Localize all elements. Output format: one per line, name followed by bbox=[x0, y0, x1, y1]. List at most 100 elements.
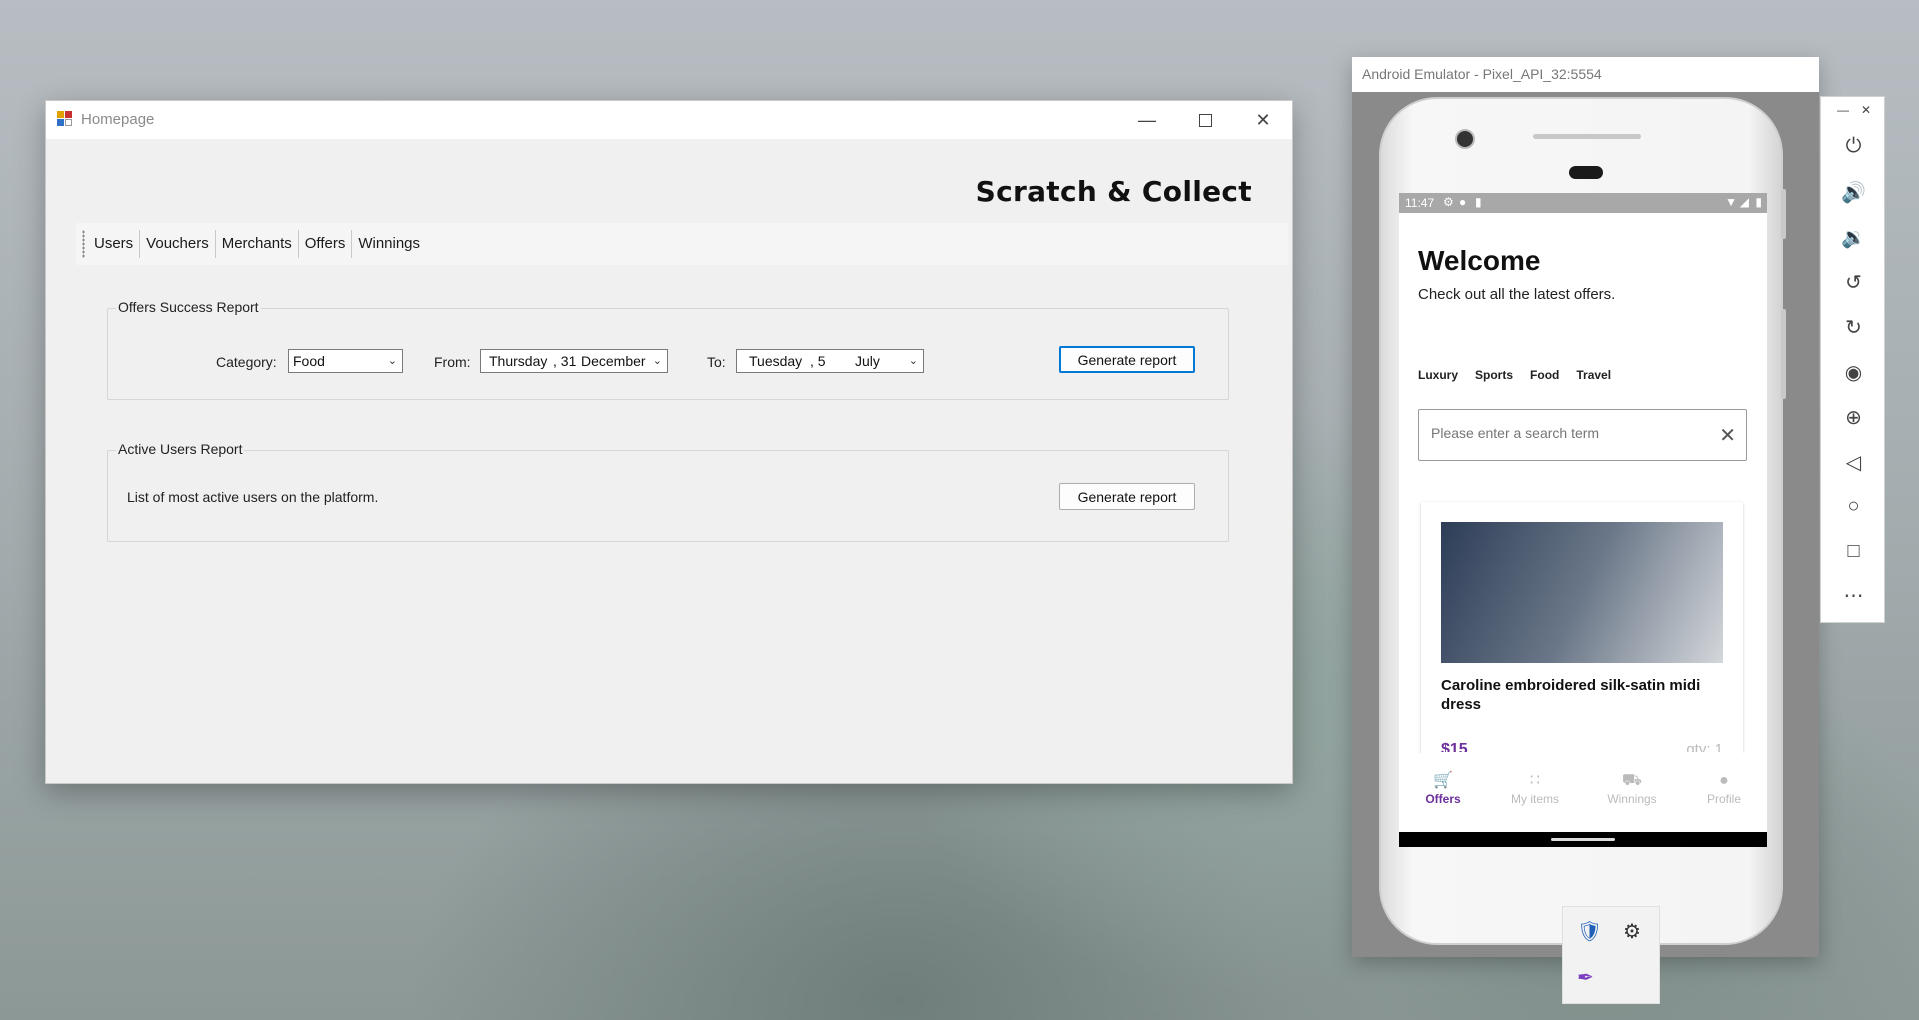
chevron-down-icon: ⌄ bbox=[652, 355, 662, 367]
window-title: Homepage bbox=[81, 111, 155, 128]
from-month[interactable]: December bbox=[581, 350, 646, 372]
android-emulator-window: Android Emulator - Pixel_API_32:5554 11:… bbox=[1352, 57, 1819, 957]
homepage-window: Homepage — ✕ Scratch & Collect Users Vou… bbox=[45, 100, 1293, 784]
menu-item-offers[interactable]: Offers bbox=[299, 230, 353, 258]
menu-item-vouchers[interactable]: Vouchers bbox=[140, 230, 216, 258]
users-report-group: Active Users Report List of most active … bbox=[107, 441, 1229, 542]
generate-offers-report-button[interactable]: Generate report bbox=[1059, 346, 1195, 373]
gesture-bar bbox=[1399, 832, 1767, 847]
users-report-legend: Active Users Report bbox=[116, 441, 245, 457]
menu-item-users[interactable]: Users bbox=[88, 230, 141, 258]
close-button[interactable]: ✕ bbox=[1234, 101, 1292, 139]
search-input[interactable] bbox=[1429, 424, 1713, 442]
from-label: From: bbox=[434, 354, 471, 370]
tray-overflow-popup: 🛡 ⚙ ✒ bbox=[1562, 906, 1660, 1004]
to-label: To: bbox=[707, 354, 726, 370]
volume-side-button bbox=[1781, 309, 1786, 399]
status-bar: 11:47 ⚙ ● ▮ ▼ ◢ ▮ bbox=[1399, 193, 1767, 213]
nav-offers[interactable]: 🛒 Offers bbox=[1403, 770, 1483, 806]
minimize-button[interactable]: — bbox=[1118, 101, 1176, 139]
generate-users-report-button[interactable]: Generate report bbox=[1059, 483, 1195, 510]
menu-item-winnings[interactable]: Winnings bbox=[352, 230, 426, 258]
earpiece-speaker bbox=[1533, 134, 1641, 139]
welcome-subtitle: Check out all the latest offers. bbox=[1418, 286, 1616, 303]
category-sports[interactable]: Sports bbox=[1475, 368, 1513, 382]
emulator-title: Android Emulator - Pixel_API_32:5554 bbox=[1362, 66, 1602, 82]
to-day[interactable]: , 5 bbox=[810, 350, 826, 372]
nav-profile-label: Profile bbox=[1706, 792, 1741, 806]
offers-report-legend: Offers Success Report bbox=[116, 299, 261, 315]
category-tabs: Luxury Sports Food Travel bbox=[1418, 368, 1611, 382]
to-date-picker[interactable]: Tuesday , 5 July ⌄ bbox=[736, 349, 924, 373]
home-icon[interactable]: ○ bbox=[1821, 495, 1886, 518]
power-side-button bbox=[1781, 189, 1786, 239]
signal-icon: ◢ bbox=[1739, 195, 1749, 209]
shield-icon: ● bbox=[1459, 195, 1467, 209]
to-weekday[interactable]: Tuesday bbox=[749, 350, 802, 372]
nav-profile[interactable]: ● Profile bbox=[1684, 770, 1764, 806]
menu-item-merchants[interactable]: Merchants bbox=[216, 230, 299, 258]
truck-icon: ⛟ bbox=[1621, 772, 1643, 789]
app-icon bbox=[57, 111, 73, 127]
grid-icon: ∷ bbox=[1529, 772, 1541, 789]
menu-grip[interactable] bbox=[82, 230, 85, 258]
rotate-right-icon[interactable]: ↻ bbox=[1821, 315, 1886, 340]
from-day[interactable]: , 31 bbox=[553, 350, 576, 372]
camera-icon[interactable]: ◉ bbox=[1821, 360, 1886, 385]
bottom-navigation: 🛒 Offers ∷ My items ⛟ Winnings ● Profile bbox=[1399, 752, 1767, 832]
phone-screen: 11:47 ⚙ ● ▮ ▼ ◢ ▮ Welcome Check out all … bbox=[1399, 193, 1767, 847]
category-luxury[interactable]: Luxury bbox=[1418, 368, 1458, 382]
proximity-sensor bbox=[1569, 166, 1603, 179]
category-food[interactable]: Food bbox=[1530, 368, 1559, 382]
nav-offers-label: Offers bbox=[1425, 792, 1461, 806]
feather-icon[interactable]: ✒ bbox=[1577, 965, 1594, 990]
rotate-left-icon[interactable]: ↺ bbox=[1821, 270, 1886, 295]
toolbar-close-icon[interactable]: ✕ bbox=[1861, 103, 1871, 117]
zoom-icon[interactable]: ⊕ bbox=[1821, 405, 1886, 430]
from-weekday[interactable]: Thursday bbox=[489, 350, 547, 372]
category-value: Food bbox=[293, 353, 325, 369]
person-icon: ● bbox=[1719, 772, 1729, 789]
front-camera bbox=[1455, 129, 1475, 149]
back-icon[interactable]: ◁ bbox=[1821, 450, 1886, 475]
welcome-heading: Welcome bbox=[1418, 245, 1541, 276]
tray-app-icon[interactable]: ⚙ bbox=[1623, 919, 1641, 944]
settings-icon: ⚙ bbox=[1443, 195, 1454, 209]
maximize-button[interactable] bbox=[1176, 101, 1234, 139]
sim-icon: ▮ bbox=[1475, 195, 1482, 209]
search-box: ✕ bbox=[1418, 409, 1747, 461]
emulator-toolbar: — ✕ ⏻ 🔊 🔉 ↺ ↻ ◉ ⊕ ◁ ○ □ ⋯ bbox=[1820, 96, 1885, 623]
offer-title: Caroline embroidered silk-satin midi dre… bbox=[1441, 677, 1701, 713]
close-icon: ✕ bbox=[1255, 109, 1271, 130]
home-indicator[interactable] bbox=[1551, 838, 1615, 841]
window-titlebar[interactable]: Homepage — ✕ bbox=[46, 101, 1292, 139]
chevron-down-icon: ⌄ bbox=[908, 355, 918, 367]
more-icon[interactable]: ⋯ bbox=[1821, 583, 1886, 608]
category-select[interactable]: Food ⌄ bbox=[288, 349, 403, 373]
toolbar-minimize-icon[interactable]: — bbox=[1837, 103, 1849, 117]
users-report-description: List of most active users on the platfor… bbox=[127, 489, 379, 505]
nav-my-items-label: My items bbox=[1511, 792, 1559, 806]
minimize-icon: — bbox=[1138, 109, 1156, 130]
category-label: Category: bbox=[216, 354, 277, 370]
category-travel[interactable]: Travel bbox=[1576, 368, 1611, 382]
power-icon[interactable]: ⏻ bbox=[1821, 135, 1886, 158]
app-title: Scratch & Collect bbox=[975, 175, 1252, 208]
offers-report-group: Offers Success Report Category: Food ⌄ F… bbox=[107, 299, 1229, 400]
to-month[interactable]: July bbox=[855, 350, 880, 372]
chevron-down-icon: ⌄ bbox=[387, 355, 397, 367]
volume-up-icon[interactable]: 🔊 bbox=[1821, 180, 1886, 205]
emulator-titlebar[interactable]: Android Emulator - Pixel_API_32:5554 bbox=[1352, 57, 1819, 92]
clear-search-icon[interactable]: ✕ bbox=[1719, 423, 1736, 448]
overview-icon[interactable]: □ bbox=[1821, 540, 1886, 563]
from-date-picker[interactable]: Thursday , 31 December ⌄ bbox=[480, 349, 668, 373]
offer-card[interactable]: Caroline embroidered silk-satin midi dre… bbox=[1421, 502, 1743, 762]
menu-strip: Users Vouchers Merchants Offers Winnings bbox=[76, 223, 1288, 265]
battery-icon: ▮ bbox=[1755, 195, 1762, 209]
maximize-icon bbox=[1198, 113, 1212, 127]
nav-my-items[interactable]: ∷ My items bbox=[1495, 770, 1575, 806]
nav-winnings[interactable]: ⛟ Winnings bbox=[1592, 770, 1672, 806]
security-shield-icon[interactable]: 🛡 bbox=[1577, 919, 1602, 944]
offer-image bbox=[1441, 522, 1723, 663]
volume-down-icon[interactable]: 🔉 bbox=[1821, 225, 1886, 250]
